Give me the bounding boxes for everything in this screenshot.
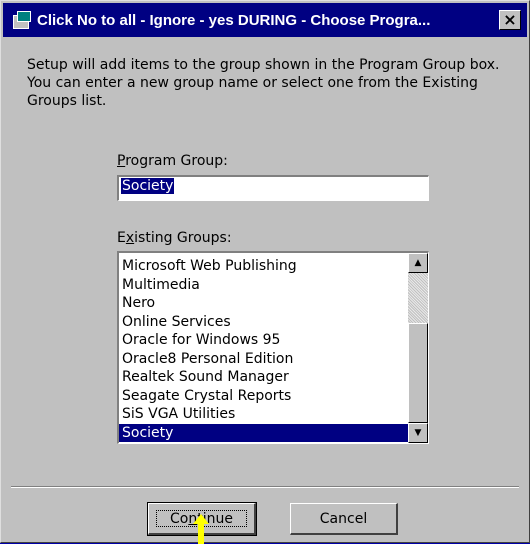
program-group-value: Society <box>121 178 175 194</box>
title-bar[interactable]: Click No to all - Ignore - yes DURING - … <box>3 3 527 37</box>
separator-line <box>11 486 519 488</box>
close-icon: × <box>503 10 517 29</box>
pointer-arrow-icon <box>193 514 209 544</box>
scroll-up-button[interactable]: ▲ <box>408 253 428 273</box>
close-button[interactable]: × <box>499 10 521 30</box>
cancel-label: Cancel <box>319 510 368 527</box>
setup-app-icon <box>11 10 31 30</box>
list-item[interactable]: Oracle for Windows 95 <box>119 331 408 350</box>
scroll-thumb[interactable] <box>408 323 428 423</box>
existing-groups-list[interactable]: Microsoft Web Publishing Multimedia Nero On… <box>117 251 429 444</box>
list-scrollbar[interactable]: ▲ ▼ <box>408 253 428 443</box>
list-item[interactable]: Nero <box>119 294 408 313</box>
scroll-down-button[interactable]: ▼ <box>408 423 428 443</box>
list-item[interactable]: Multimedia <box>119 276 408 295</box>
arrow-up-icon: ▲ <box>414 258 422 268</box>
existing-groups-label: Existing Groups: <box>117 230 232 246</box>
instructions-text: Setup will add items to the group shown … <box>27 57 500 109</box>
cancel-button[interactable]: Cancel <box>290 503 398 535</box>
arrow-down-icon: ▼ <box>414 428 422 438</box>
program-group-input[interactable]: Society <box>117 175 429 201</box>
list-item[interactable]: Society <box>119 423 408 442</box>
setup-dialog: Click No to all - Ignore - yes DURING - … <box>0 0 530 544</box>
list-item[interactable]: SiS VGA Utilities <box>119 405 408 424</box>
list-item[interactable]: Microsoft Web Publishing <box>119 257 408 276</box>
window-title: Click No to all - Ignore - yes DURING - … <box>37 11 431 29</box>
list-item[interactable]: Seagate Crystal Reports <box>119 387 408 406</box>
list-item[interactable]: Online Services <box>119 313 408 332</box>
program-group-label: Program Group: <box>117 153 228 169</box>
existing-groups-items: Microsoft Web Publishing Multimedia Nero On… <box>119 257 408 442</box>
list-item[interactable]: Realtek Sound Manager <box>119 368 408 387</box>
list-item[interactable]: Oracle8 Personal Edition <box>119 350 408 369</box>
